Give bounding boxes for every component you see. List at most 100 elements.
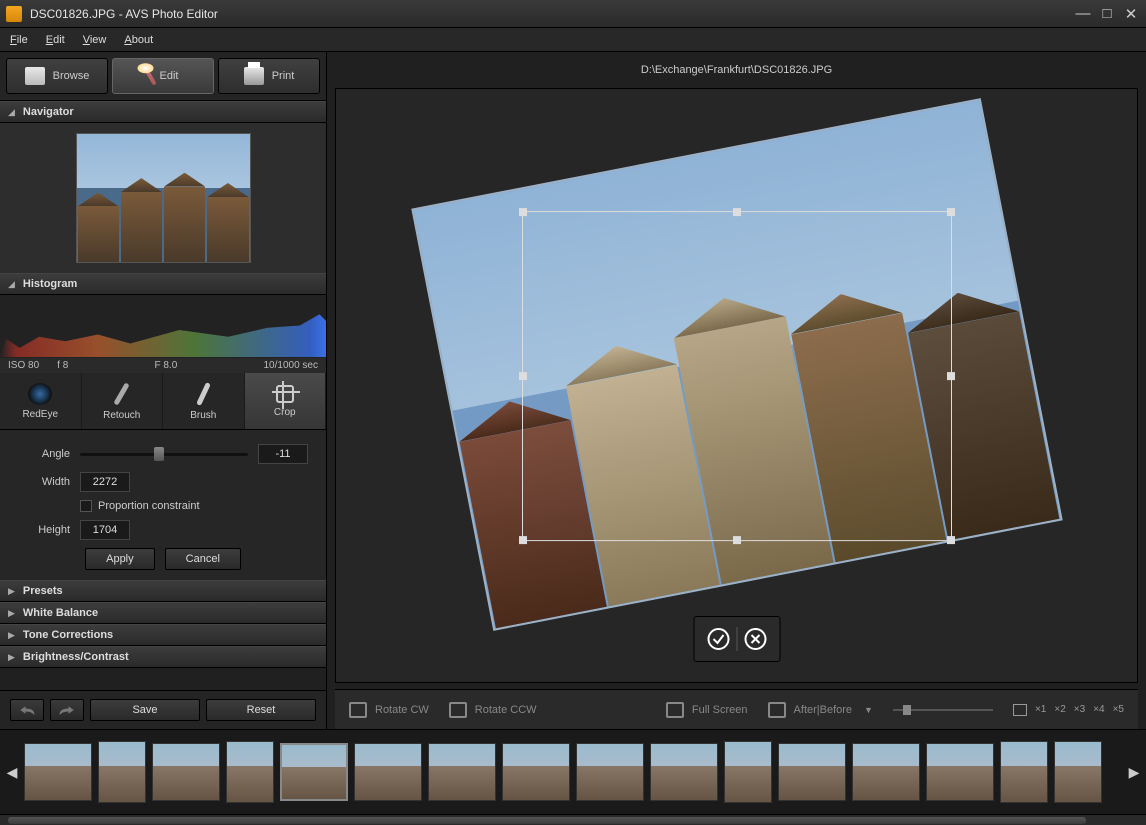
- folder-icon: [25, 67, 45, 85]
- histo-fstop: F 8.0: [154, 360, 177, 371]
- navigator-header[interactable]: ◢ Navigator: [0, 101, 326, 123]
- thumb-6[interactable]: [354, 743, 422, 801]
- presets-header[interactable]: ▶ Presets: [0, 580, 326, 602]
- save-button[interactable]: Save: [90, 699, 200, 721]
- crop-accept-button[interactable]: [700, 623, 736, 655]
- histo-iso: ISO 80: [8, 360, 39, 371]
- thumb-2[interactable]: [98, 741, 146, 803]
- fullscreen-icon: [666, 702, 684, 718]
- angle-slider[interactable]: [80, 447, 248, 461]
- collapse-icon: ◢: [8, 279, 15, 290]
- tab-browse[interactable]: Browse: [6, 58, 108, 94]
- histogram-label: Histogram: [23, 278, 77, 290]
- brush-icon: [196, 382, 211, 406]
- tool-row: RedEye Retouch Brush Crop: [0, 373, 326, 430]
- tab-print-label: Print: [272, 70, 295, 82]
- expand-icon: ▶: [8, 608, 15, 619]
- rotate-cw-button[interactable]: Rotate CW: [349, 702, 429, 718]
- crop-confirm-box: [693, 616, 780, 662]
- tab-edit[interactable]: Edit: [112, 58, 214, 94]
- rotate-ccw-icon: [449, 702, 467, 718]
- zoom-slider[interactable]: [893, 703, 993, 717]
- thumb-15[interactable]: [1000, 741, 1048, 803]
- file-path: D:\Exchange\Frankfurt\DSC01826.JPG: [327, 52, 1146, 88]
- navigator-label: Navigator: [23, 106, 74, 118]
- width-label: Width: [18, 476, 70, 488]
- redo-icon: [58, 703, 76, 717]
- filmstrip: ◀ ▶: [0, 729, 1146, 814]
- white-balance-header[interactable]: ▶ White Balance: [0, 602, 326, 624]
- proportion-checkbox[interactable]: [80, 500, 92, 512]
- wand-icon: [143, 66, 156, 85]
- chevron-down-icon: ▼: [864, 705, 873, 715]
- thumb-12[interactable]: [778, 743, 846, 801]
- fit-icon[interactable]: [1013, 704, 1027, 716]
- zoom-x5[interactable]: ×5: [1113, 704, 1124, 716]
- menu-file[interactable]: File: [10, 34, 28, 46]
- tool-brush[interactable]: Brush: [163, 373, 245, 429]
- tone-header[interactable]: ▶ Tone Corrections: [0, 624, 326, 646]
- tool-crop[interactable]: Crop: [245, 373, 327, 429]
- close-button[interactable]: ✕: [1122, 5, 1140, 23]
- rotate-cw-icon: [349, 702, 367, 718]
- histogram-graph: [0, 312, 326, 357]
- retouch-icon: [114, 382, 130, 405]
- zoom-x2[interactable]: ×2: [1054, 704, 1065, 716]
- crop-reject-button[interactable]: [737, 623, 773, 655]
- filmstrip-prev[interactable]: ◀: [4, 764, 20, 781]
- width-input[interactable]: [80, 472, 130, 492]
- reset-button[interactable]: Reset: [206, 699, 316, 721]
- apply-button[interactable]: Apply: [85, 548, 155, 570]
- maximize-button[interactable]: □: [1098, 5, 1116, 23]
- thumb-3[interactable]: [152, 743, 220, 801]
- tool-redeye[interactable]: RedEye: [0, 373, 82, 429]
- rotate-ccw-button[interactable]: Rotate CCW: [449, 702, 537, 718]
- thumb-5[interactable]: [280, 743, 348, 801]
- minimize-button[interactable]: —: [1074, 5, 1092, 23]
- titlebar: DSC01826.JPG - AVS Photo Editor — □ ✕: [0, 0, 1146, 28]
- histo-aperture: f 8: [57, 360, 68, 371]
- window-title: DSC01826.JPG - AVS Photo Editor: [30, 7, 1074, 21]
- thumb-9[interactable]: [576, 743, 644, 801]
- canvas[interactable]: [335, 88, 1138, 683]
- fullscreen-button[interactable]: Full Screen: [666, 702, 748, 718]
- zoom-x1[interactable]: ×1: [1035, 704, 1046, 716]
- brightness-header[interactable]: ▶ Brightness/Contrast: [0, 646, 326, 668]
- menu-view[interactable]: View: [83, 34, 107, 46]
- angle-input[interactable]: [258, 444, 308, 464]
- height-input[interactable]: [80, 520, 130, 540]
- tool-retouch[interactable]: Retouch: [82, 373, 164, 429]
- thumb-7[interactable]: [428, 743, 496, 801]
- redo-button[interactable]: [50, 699, 84, 721]
- thumb-10[interactable]: [650, 743, 718, 801]
- tab-edit-label: Edit: [160, 70, 179, 82]
- navigator-thumbnail[interactable]: [76, 133, 251, 263]
- thumb-16[interactable]: [1054, 741, 1102, 803]
- undo-button[interactable]: [10, 699, 44, 721]
- thumb-11[interactable]: [724, 741, 772, 803]
- canvas-toolbar: Rotate CW Rotate CCW Full Screen After|B…: [335, 689, 1138, 729]
- thumb-8[interactable]: [502, 743, 570, 801]
- horizontal-scrollbar[interactable]: [0, 814, 1146, 825]
- zoom-x3[interactable]: ×3: [1074, 704, 1085, 716]
- menu-about[interactable]: About: [124, 34, 153, 46]
- histogram-header[interactable]: ◢ Histogram: [0, 273, 326, 295]
- crop-rectangle[interactable]: [522, 211, 952, 541]
- thumb-13[interactable]: [852, 743, 920, 801]
- expand-icon: ▶: [8, 630, 15, 641]
- zoom-x4[interactable]: ×4: [1093, 704, 1104, 716]
- check-icon: [706, 627, 730, 651]
- undo-icon: [18, 703, 36, 717]
- thumb-14[interactable]: [926, 743, 994, 801]
- thumb-4[interactable]: [226, 741, 274, 803]
- filmstrip-next[interactable]: ▶: [1126, 764, 1142, 781]
- eye-icon: [28, 383, 52, 405]
- cancel-button[interactable]: Cancel: [165, 548, 241, 570]
- menu-edit[interactable]: Edit: [46, 34, 65, 46]
- tab-print[interactable]: Print: [218, 58, 320, 94]
- height-label: Height: [18, 524, 70, 536]
- expand-icon: ▶: [8, 586, 15, 597]
- tab-browse-label: Browse: [53, 70, 90, 82]
- thumb-1[interactable]: [24, 743, 92, 801]
- after-before-button[interactable]: After|Before ▼: [768, 702, 873, 718]
